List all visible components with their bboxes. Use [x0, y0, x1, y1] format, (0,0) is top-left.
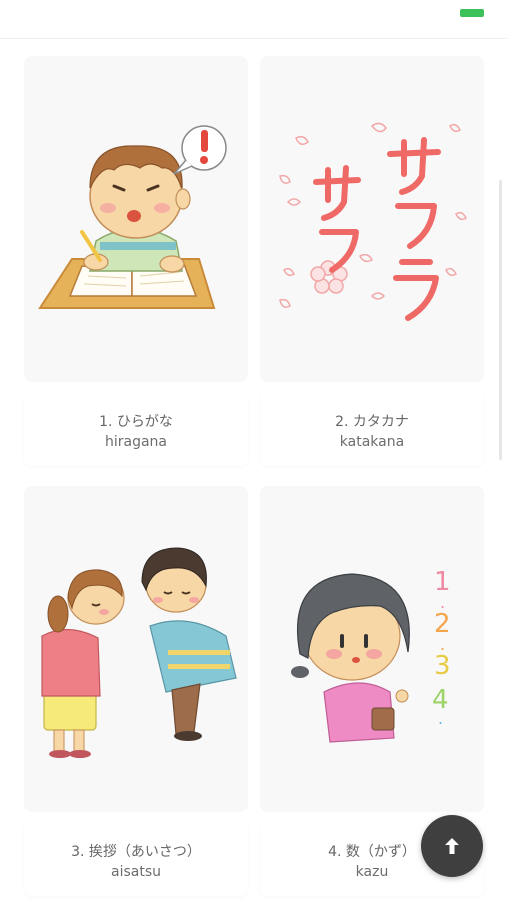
lesson-card-hiragana[interactable]: 1. ひらがな hiragana — [24, 56, 248, 466]
girl-counting-illustration: 1 . 2 . 3 . 4 . — [260, 486, 484, 812]
scrollbar[interactable] — [499, 180, 502, 460]
bowing-people-illustration — [24, 486, 248, 812]
lesson-card-aisatsu[interactable]: 3. 挨拶（あいさつ） aisatsu — [24, 486, 248, 896]
lesson-title: 2. カタカナ — [335, 414, 409, 430]
sakura-katakana-illustration — [260, 56, 484, 382]
lesson-caption: 3. 挨拶（あいさつ） aisatsu — [24, 820, 248, 896]
lesson-romaji: hiragana — [104, 434, 167, 450]
lesson-caption: 1. ひらがな hiragana — [24, 390, 248, 466]
lesson-title: 3. 挨拶（あいさつ） — [71, 844, 201, 860]
lesson-romaji: aisatsu — [111, 864, 161, 880]
boy-studying-illustration — [24, 56, 248, 382]
scroll-top-button[interactable] — [421, 815, 483, 877]
svg-text:.: . — [438, 709, 443, 728]
lesson-romaji: katakana — [339, 434, 405, 450]
top-bar — [0, 0, 507, 39]
status-indicator — [460, 9, 484, 17]
lesson-title: 1. ひらがな — [99, 414, 173, 430]
lesson-caption: 2. カタカナ katakana — [260, 390, 484, 466]
arrow-up-icon — [445, 838, 459, 854]
lesson-card-katakana[interactable]: 2. カタカナ katakana — [260, 56, 484, 466]
